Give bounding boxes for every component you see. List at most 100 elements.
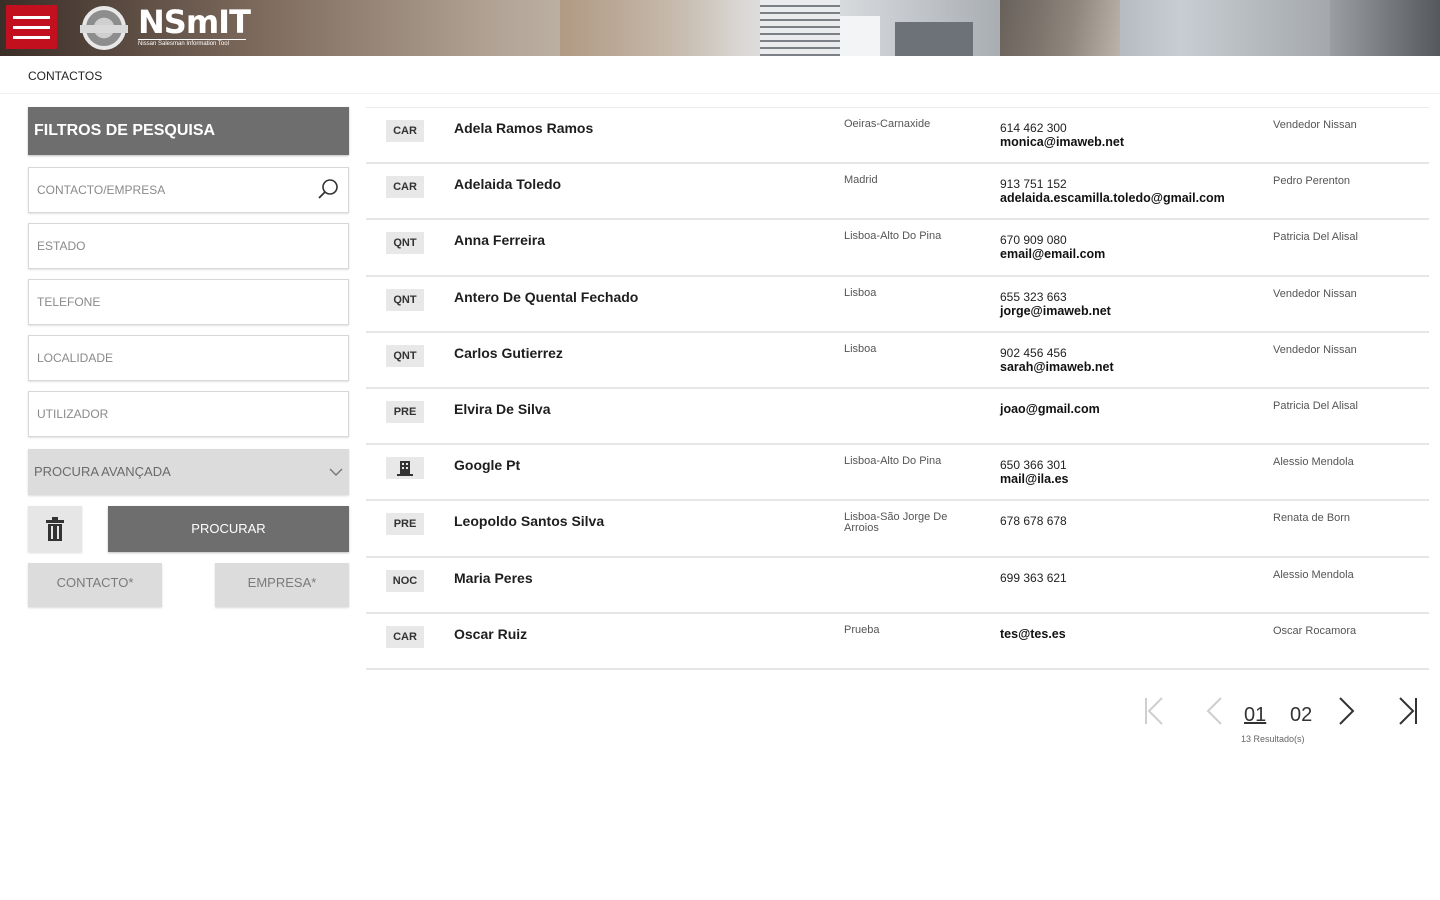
contact-email: jorge@imaweb.net: [1000, 303, 1111, 318]
advanced-search-toggle[interactable]: PROCURA AVANÇADA: [28, 449, 349, 495]
contact-location: Prueba: [844, 623, 880, 636]
table-row[interactable]: CAR Oscar Ruiz Prueba tes@tes.es Oscar R…: [366, 614, 1429, 670]
contact-phone: 913 751 152: [1000, 177, 1067, 192]
table-row[interactable]: Google Pt Lisboa-Alto Do Pina 650 366 30…: [366, 445, 1429, 502]
new-contact-button[interactable]: CONTACTO*: [28, 563, 162, 607]
first-page-icon[interactable]: [1140, 696, 1168, 726]
contact-name[interactable]: Carlos Gutierrez: [454, 345, 563, 361]
contact-email: mail@ila.es: [1000, 472, 1069, 487]
contact-phone: 650 366 301: [1000, 458, 1067, 473]
contact-name[interactable]: Adelaida Toledo: [454, 176, 561, 192]
state-input[interactable]: [29, 224, 348, 268]
contact-name[interactable]: Leopoldo Santos Silva: [454, 513, 604, 529]
app-header: NSmIT Nissan Salesman Information Tool: [0, 0, 1440, 56]
phone-input[interactable]: [29, 280, 348, 324]
phone-field[interactable]: [28, 279, 349, 325]
contact-location: Lisboa-São Jorge De Arroios: [844, 511, 948, 535]
table-row[interactable]: PRE Leopoldo Santos Silva Lisboa-São Jor…: [366, 501, 1429, 558]
search-icon[interactable]: [316, 177, 340, 201]
status-badge: CAR: [386, 625, 424, 648]
trash-icon: [46, 517, 64, 541]
contact-user: Alessio Mendola: [1273, 456, 1354, 469]
status-badge: PRE: [386, 513, 424, 536]
status-badge: CAR: [386, 176, 424, 199]
contact-email: sarah@imaweb.net: [1000, 359, 1114, 374]
last-page-icon[interactable]: [1396, 696, 1424, 726]
contact-email: tes@tes.es: [1000, 626, 1066, 641]
next-page-icon[interactable]: [1336, 696, 1358, 726]
contact-user: Pedro Perenton: [1273, 175, 1351, 188]
contact-name[interactable]: Oscar Ruiz: [454, 626, 527, 642]
header-background: [840, 16, 880, 56]
table-row[interactable]: CAR Adelaida Toledo Madrid 913 751 152 a…: [366, 164, 1429, 221]
contact-phone: 902 456 456: [1000, 345, 1067, 360]
contact-company-field[interactable]: [28, 167, 349, 213]
previous-page-icon[interactable]: [1203, 696, 1225, 726]
contact-name[interactable]: Elvira De Silva: [454, 401, 551, 417]
contact-location: Lisboa-Alto Do Pina: [844, 230, 942, 243]
contact-name[interactable]: Google Pt: [454, 457, 520, 473]
contact-name[interactable]: Antero De Quental Fechado: [454, 289, 638, 305]
table-row[interactable]: NOC Maria Peres 699 363 621 Alessio Mend…: [366, 558, 1429, 614]
contact-email: monica@imaweb.net: [1000, 135, 1125, 149]
contact-user: Vendedor Nissan: [1273, 119, 1357, 131]
status-badge: QNT: [386, 288, 424, 311]
status-badge: PRE: [386, 400, 424, 423]
contact-company-input[interactable]: [29, 168, 348, 212]
new-company-button[interactable]: EMPRESA*: [215, 563, 349, 607]
menu-line: [13, 15, 50, 19]
user-field[interactable]: [28, 391, 349, 437]
state-field[interactable]: [28, 223, 349, 269]
contact-location: Madrid: [844, 174, 878, 187]
status-badge: NOC: [386, 569, 424, 592]
menu-line: [13, 25, 50, 29]
contact-name[interactable]: Anna Ferreira: [454, 232, 545, 248]
contact-phone: 670 909 080: [1000, 233, 1067, 248]
app-logo: NSmIT: [138, 3, 251, 41]
contact-email: email@email.com: [1000, 247, 1106, 262]
contact-location: Oeiras-Carnaxide: [844, 118, 931, 130]
contact-email: joao@gmail.com: [1000, 401, 1100, 416]
locality-field[interactable]: [28, 335, 349, 381]
contact-user: Patricia Del Alisal: [1273, 399, 1358, 412]
hamburger-menu-button[interactable]: [6, 5, 57, 49]
search-button[interactable]: PROCURAR: [108, 506, 349, 552]
table-row[interactable]: QNT Carlos Gutierrez Lisboa 902 456 456 …: [366, 333, 1429, 389]
contact-location: Lisboa-Alto Do Pina: [844, 455, 942, 468]
status-badge: QNT: [386, 232, 424, 255]
nissan-logo-icon: [80, 6, 128, 50]
advanced-search-label: PROCURA AVANÇADA: [34, 464, 171, 479]
company-badge: [386, 457, 424, 480]
contact-location: Lisboa: [844, 286, 877, 299]
contact-name[interactable]: Adela Ramos Ramos: [454, 120, 593, 136]
clear-filters-button[interactable]: [28, 506, 82, 552]
header-background: [760, 0, 840, 56]
chevron-down-icon: [329, 468, 343, 476]
breadcrumb: CONTACTOS: [28, 69, 103, 83]
contact-location: Lisboa: [844, 342, 877, 355]
contacts-table: CAR Adela Ramos Ramos Oeiras-Carnaxide 6…: [366, 107, 1429, 670]
contact-email: adelaida.escamilla.toledo@gmail.com: [1000, 191, 1225, 206]
contact-phone: 614 462 300: [1000, 121, 1067, 135]
header-background: [1330, 0, 1440, 56]
status-badge: CAR: [386, 120, 424, 142]
header-background: [1000, 0, 1120, 56]
contact-user: Alessio Mendola: [1273, 568, 1354, 581]
contact-name[interactable]: Maria Peres: [454, 570, 533, 586]
page-number[interactable]: 01: [1244, 704, 1266, 727]
contact-user: Oscar Rocamora: [1273, 624, 1357, 637]
page-number[interactable]: 02: [1290, 704, 1312, 727]
table-row[interactable]: CAR Adela Ramos Ramos Oeiras-Carnaxide 6…: [366, 108, 1429, 165]
table-row[interactable]: QNT Anna Ferreira Lisboa-Alto Do Pina 67…: [366, 220, 1429, 277]
status-badge: QNT: [386, 344, 424, 367]
table-row[interactable]: PRE Elvira De Silva joao@gmail.com Patri…: [366, 389, 1429, 446]
table-row[interactable]: QNT Antero De Quental Fechado Lisboa 655…: [366, 277, 1429, 333]
locality-input[interactable]: [29, 336, 348, 380]
breadcrumb-bar: [0, 56, 1440, 94]
contact-user: Patricia Del Alisal: [1273, 231, 1358, 244]
menu-line: [13, 35, 50, 39]
filters-title: FILTROS DE PESQUISA: [28, 107, 349, 155]
contact-user: Vendedor Nissan: [1273, 343, 1357, 356]
header-background: [560, 0, 740, 56]
user-input[interactable]: [29, 392, 348, 436]
